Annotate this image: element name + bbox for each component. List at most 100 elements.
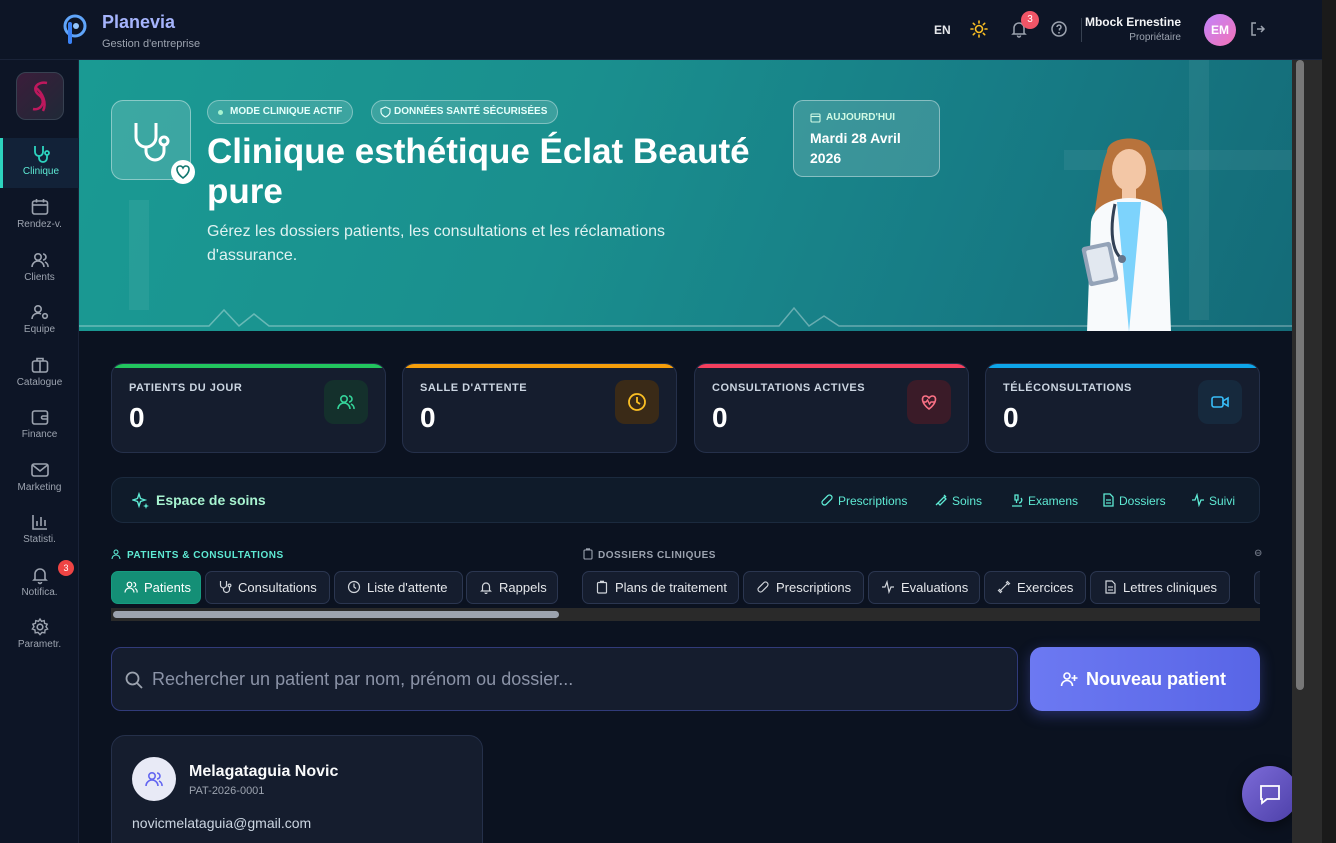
- tab-consultations[interactable]: Consultations: [205, 571, 330, 604]
- page-scrollbar-thumb[interactable]: [1296, 60, 1304, 690]
- sidebar-item-clients[interactable]: Clients: [0, 244, 79, 294]
- dossiers-section-label: DOSSIERS CLINIQUES: [582, 548, 716, 561]
- care-link-soins[interactable]: Soins: [935, 494, 982, 508]
- sidebar-item-catalogue[interactable]: Catalogue: [0, 349, 79, 399]
- clinic-logo-icon: [32, 81, 48, 112]
- activity-icon: [882, 580, 894, 594]
- chat-icon: [1260, 785, 1280, 805]
- heart-pulse-icon: [921, 395, 937, 411]
- stethoscope-icon: [34, 146, 50, 163]
- tab-label: Exercices: [1017, 580, 1074, 595]
- tab-reminders[interactable]: Rappels: [466, 571, 558, 604]
- tab-patients[interactable]: Patients: [111, 571, 201, 604]
- shield-icon: [380, 106, 391, 118]
- today-date-box: AUJOURD'HUI Mardi 28 Avril 2026: [793, 100, 940, 177]
- patient-name: Melagataguia Novic: [189, 763, 339, 780]
- care-link-suivi[interactable]: Suivi: [1192, 493, 1236, 508]
- sidebar-item-label: Notifica.: [21, 587, 58, 598]
- clock-icon: [628, 393, 646, 411]
- clinic-hero-banner: MODE CLINIQUE ACTIF DONNÉES SANTÉ SÉCURI…: [79, 60, 1292, 331]
- heart-badge: [171, 160, 195, 184]
- file-icon: [1105, 580, 1116, 594]
- tab-clinical-letters[interactable]: Lettres cliniques: [1090, 571, 1230, 604]
- search-input[interactable]: [152, 648, 1002, 710]
- tabs-scrollbar[interactable]: [111, 608, 1260, 621]
- tab-label: Prescriptions: [776, 580, 852, 595]
- sidebar-item-marketing[interactable]: Marketing: [0, 454, 79, 504]
- sidebar-item-label: Catalogue: [16, 377, 63, 388]
- sidebar-item-clinique[interactable]: Clinique: [0, 138, 79, 188]
- stat-value: 0: [129, 402, 145, 433]
- care-link-label: Suivi: [1209, 494, 1236, 508]
- section-label-text: PATIENTS & CONSULTATIONS: [127, 550, 284, 561]
- tab-label: Plans de traitement: [615, 580, 728, 595]
- clipboard-icon: [596, 580, 608, 594]
- file-icon: [1103, 493, 1114, 507]
- clinic-logo: [16, 72, 64, 120]
- stat-value: 0: [1003, 402, 1019, 433]
- help-icon[interactable]: [1050, 20, 1068, 38]
- tab-exercises[interactable]: Exercices: [984, 571, 1086, 604]
- tab-treatment-plans[interactable]: Plans de traitement: [582, 571, 739, 604]
- tabs-scrollbar-thumb[interactable]: [113, 611, 559, 618]
- care-link-dossiers[interactable]: Dossiers: [1103, 493, 1166, 508]
- pill-label: DONNÉES SANTÉ SÉCURISÉES: [394, 106, 548, 117]
- bell-icon: [31, 568, 48, 585]
- sidebar-item-label: Clients: [24, 272, 55, 283]
- more-section-icon: ⊖: [1254, 548, 1263, 559]
- stat-label: SALLE D'ATTENTE: [420, 382, 528, 394]
- mail-icon: [30, 463, 49, 477]
- calendar-icon: [810, 113, 821, 123]
- accent-bar: [112, 364, 385, 368]
- sidebar-item-equipe[interactable]: Equipe: [0, 296, 79, 346]
- care-space-title: Espace de soins: [156, 492, 266, 508]
- users-icon: [124, 581, 138, 593]
- app-subtitle: Gestion d'entreprise: [102, 38, 201, 50]
- sidebar-item-statistiques[interactable]: Statisti.: [0, 506, 79, 556]
- sidebar-item-finance[interactable]: Finance: [0, 401, 79, 451]
- pill-icon: [821, 494, 833, 506]
- stat-icon-box: [907, 380, 951, 424]
- tab-prescriptions[interactable]: Prescriptions: [743, 571, 864, 604]
- logout-icon[interactable]: [1249, 20, 1267, 38]
- sidebar-item-label: Parametr.: [17, 639, 62, 650]
- care-link-prescriptions[interactable]: Prescriptions: [821, 494, 907, 508]
- patient-search: [111, 647, 1018, 711]
- page-scrollbar[interactable]: [1292, 60, 1322, 843]
- microscope-icon: [1012, 494, 1023, 507]
- divider: [1081, 18, 1082, 42]
- user-role: Propriétaire: [1129, 32, 1181, 43]
- tab-overflow[interactable]: [1254, 571, 1260, 604]
- page-title: Clinique esthétique Éclat Beauté pure: [207, 132, 750, 211]
- user-plus-icon: [1060, 672, 1078, 687]
- patient-id: PAT-2026-0001: [189, 785, 265, 797]
- page-description: Gérez les dossiers patients, les consult…: [207, 223, 665, 264]
- tab-waiting-list[interactable]: Liste d'attente: [334, 571, 463, 604]
- new-patient-button[interactable]: Nouveau patient: [1030, 647, 1260, 711]
- users-icon: [145, 771, 163, 787]
- search-icon: [125, 671, 143, 689]
- care-link-label: Examens: [1028, 494, 1079, 508]
- patient-avatar: [132, 757, 176, 801]
- decorative-cross: [1189, 60, 1209, 320]
- sidebar-item-rendez-vous[interactable]: Rendez-v.: [0, 191, 79, 241]
- app-name: Planevia: [102, 12, 176, 32]
- heart-pulse-icon: [176, 165, 190, 180]
- sidebar-item-parametres[interactable]: Parametr.: [0, 611, 79, 661]
- sun-icon[interactable]: [970, 20, 988, 38]
- patient-card[interactable]: Melagataguia Novic PAT-2026-0001 novicme…: [111, 735, 483, 843]
- chat-button[interactable]: [1242, 766, 1298, 822]
- stat-icon-box: [324, 380, 368, 424]
- stat-label: PATIENTS DU JOUR: [129, 382, 243, 394]
- tab-evaluations[interactable]: Evaluations: [868, 571, 980, 604]
- planevia-logo-icon: [63, 14, 87, 44]
- sidebar-item-notifications[interactable]: Notifica. 3: [0, 559, 79, 609]
- accent-bar: [986, 364, 1259, 368]
- care-link-examens[interactable]: Examens: [1012, 494, 1079, 508]
- stat-card-waiting-room: SALLE D'ATTENTE 0: [402, 363, 677, 453]
- dumbbell-icon: [997, 580, 1011, 594]
- sidebar-item-label: Statisti.: [23, 534, 56, 545]
- avatar[interactable]: EM: [1204, 14, 1236, 46]
- language-toggle[interactable]: EN: [934, 23, 951, 37]
- sidebar-item-label: Marketing: [17, 482, 62, 493]
